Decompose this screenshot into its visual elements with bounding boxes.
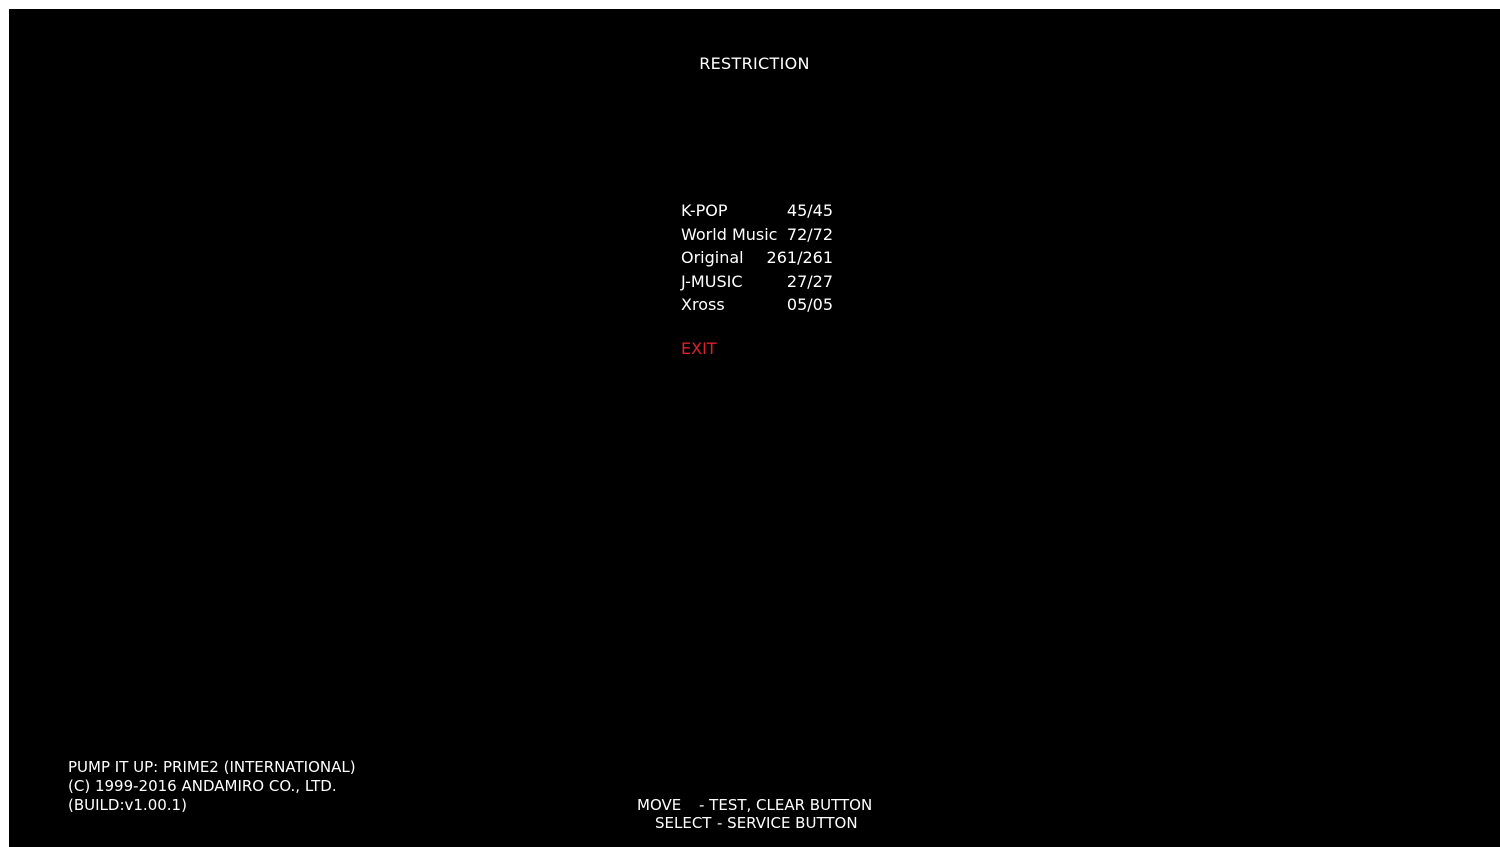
game-info: PUMP IT UP: PRIME2 (INTERNATIONAL) (C) 1… bbox=[68, 758, 356, 815]
menu-item-kpop[interactable]: K-POP 45/45 bbox=[681, 199, 841, 223]
menu-item-count: 72/72 bbox=[786, 224, 833, 244]
menu-item-xross[interactable]: Xross 05/05 bbox=[681, 293, 841, 317]
menu-item-count: 45/45 bbox=[786, 201, 833, 220]
exit-menu-item[interactable]: EXIT bbox=[681, 339, 717, 358]
copyright-text: (C) 1999-2016 ANDAMIRO CO., LTD. bbox=[68, 777, 337, 795]
menu-item-label: Original bbox=[681, 248, 744, 267]
menu-item-label: J-MUSIC bbox=[681, 271, 743, 291]
control-key: SELECT bbox=[655, 814, 712, 832]
menu-item-label: K-POP bbox=[681, 201, 728, 220]
build-version: (BUILD:v1.00.1) bbox=[68, 796, 187, 814]
menu-item-count: 27/27 bbox=[786, 271, 833, 291]
control-action: - TEST, CLEAR BUTTON bbox=[699, 796, 873, 814]
game-title: PUMP IT UP: PRIME2 (INTERNATIONAL) bbox=[68, 758, 356, 776]
menu-item-j-music[interactable]: J-MUSIC 27/27 bbox=[681, 270, 841, 294]
menu-item-label: World Music bbox=[681, 224, 778, 244]
menu-item-world-music[interactable]: World Music 72/72 bbox=[681, 223, 841, 247]
menu-item-count: 261/261 bbox=[766, 248, 833, 267]
menu-item-original[interactable]: Original 261/261 bbox=[681, 246, 841, 270]
control-action: - SERVICE BUTTON bbox=[717, 814, 858, 832]
page-title: RESTRICTION bbox=[699, 54, 810, 73]
service-menu-screen: RESTRICTION K-POP 45/45 World Music 72/7… bbox=[9, 9, 1500, 847]
menu-item-label: Xross bbox=[681, 295, 725, 314]
control-key: MOVE bbox=[637, 796, 682, 814]
restriction-menu: K-POP 45/45 World Music 72/72 Original 2… bbox=[681, 199, 841, 317]
menu-item-count: 05/05 bbox=[786, 295, 833, 314]
